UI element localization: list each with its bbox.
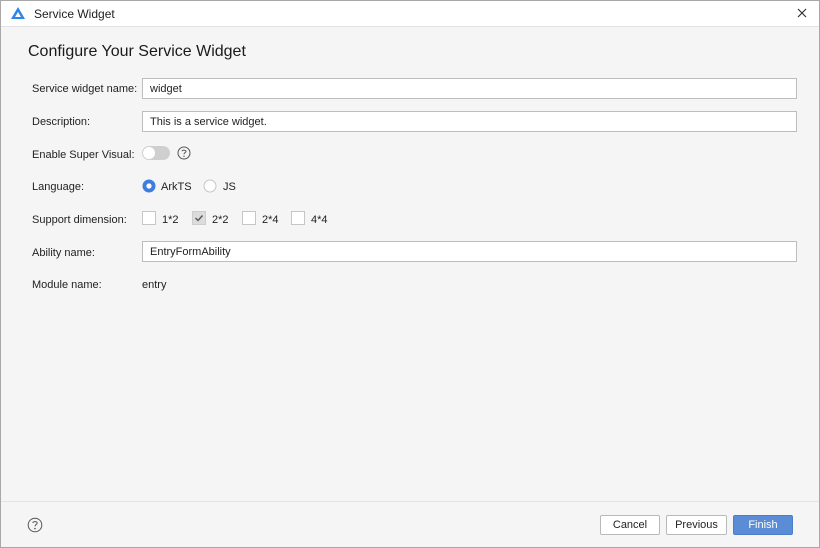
finish-button[interactable]: Finish	[733, 515, 793, 535]
language-option-arkts[interactable]: ArkTS	[161, 181, 192, 193]
module-name-value: entry	[142, 279, 167, 291]
dimension-option-4x4[interactable]: 4*4	[311, 214, 328, 226]
dimension-checkbox-4x4[interactable]	[291, 211, 305, 225]
language-option-js[interactable]: JS	[223, 181, 236, 193]
dimension-option-1x2[interactable]: 1*2	[162, 214, 179, 226]
dimension-label: Support dimension:	[32, 214, 127, 226]
page-title: Configure Your Service Widget	[28, 43, 246, 60]
language-radio-arkts[interactable]	[142, 179, 156, 193]
cancel-button[interactable]: Cancel	[600, 515, 660, 535]
dimension-option-2x2[interactable]: 2*2	[212, 214, 229, 226]
service-widget-dialog: Service Widget Configure Your Service Wi…	[0, 0, 820, 548]
super-visual-toggle[interactable]	[142, 146, 170, 160]
checkmark-icon	[195, 215, 204, 222]
dimension-option-2x4[interactable]: 2*4	[262, 214, 279, 226]
description-label: Description:	[32, 116, 91, 128]
close-icon	[797, 8, 807, 18]
widget-name-input[interactable]	[142, 78, 797, 99]
language-radio-js[interactable]	[203, 179, 217, 193]
dimension-checkbox-2x2[interactable]	[192, 211, 206, 225]
super-visual-label: Enable Super Visual:	[32, 149, 135, 161]
ability-name-label: Ability name:	[32, 247, 95, 259]
title-bar: Service Widget	[1, 1, 819, 27]
help-circle-icon[interactable]	[27, 517, 43, 533]
module-name-label: Module name:	[32, 279, 102, 291]
app-logo-icon	[11, 7, 25, 19]
toggle-knob	[143, 147, 155, 159]
help-circle-icon[interactable]	[177, 146, 191, 160]
dimension-checkbox-2x4[interactable]	[242, 211, 256, 225]
widget-name-label: Service widget name:	[32, 83, 138, 95]
previous-button[interactable]: Previous	[666, 515, 727, 535]
language-label: Language:	[32, 181, 84, 193]
close-button[interactable]	[791, 3, 813, 23]
description-input[interactable]	[142, 111, 797, 132]
window-title: Service Widget	[34, 7, 115, 21]
dimension-checkbox-1x2[interactable]	[142, 211, 156, 225]
footer-divider	[1, 501, 819, 502]
ability-name-input[interactable]	[142, 241, 797, 262]
